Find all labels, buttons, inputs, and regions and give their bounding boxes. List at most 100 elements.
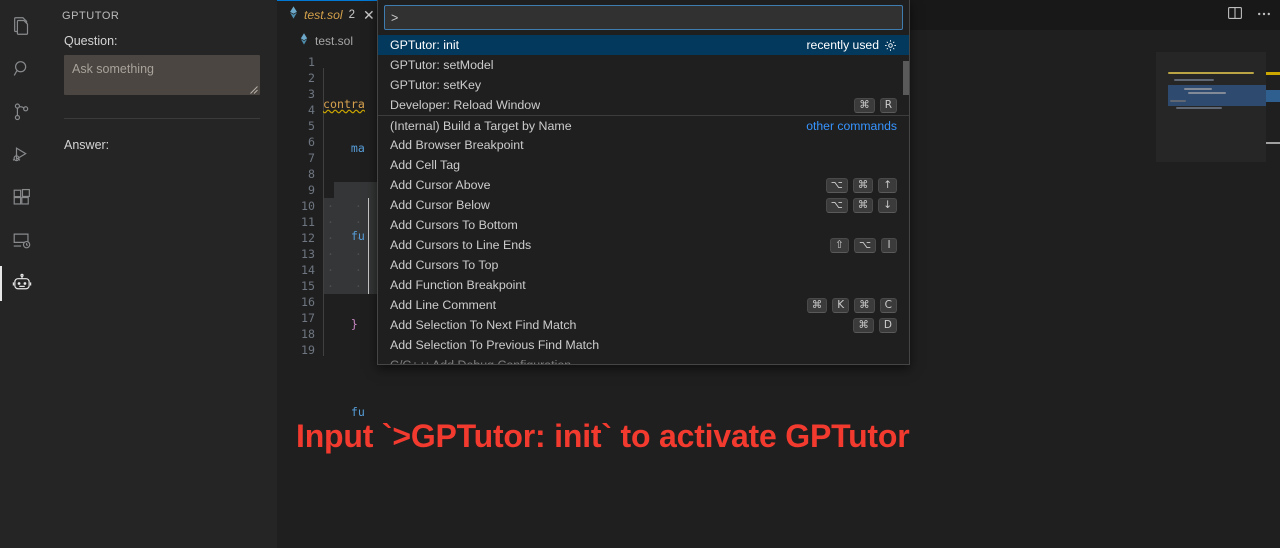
command-label: Add Selection To Next Find Match	[390, 318, 577, 332]
command-label: GPTutor: setKey	[390, 78, 482, 92]
command-row-gptutor-setmodel[interactable]: GPTutor: setModel	[378, 55, 909, 75]
breadcrumb-label: test.sol	[315, 34, 354, 48]
command-note: recently used	[806, 38, 880, 52]
command-row-cpp-add-debug-configuration[interactable]: C/C++: Add Debug Configuration	[378, 355, 909, 364]
command-label: C/C++: Add Debug Configuration	[390, 358, 571, 364]
activity-bar-item-search[interactable]	[0, 47, 43, 90]
activity-bar-item-run-and-debug[interactable]	[0, 133, 43, 176]
source-control-icon	[11, 101, 33, 123]
line-number: 4	[308, 103, 315, 117]
activity-bar-item-gptutor[interactable]	[0, 262, 43, 305]
command-label: Add Cursor Above	[390, 178, 491, 192]
command-row-add-cell-tag[interactable]: Add Cell Tag	[378, 155, 909, 175]
line-number: 1	[308, 55, 315, 69]
question-label: Question:	[64, 34, 118, 48]
command-row-add-function-breakpoint[interactable]: Add Function Breakpoint	[378, 275, 909, 295]
command-label: Add Cursors To Bottom	[390, 218, 518, 232]
command-label: GPTutor: init	[390, 38, 460, 52]
command-row-right: other commands	[806, 119, 897, 133]
command-row-gptutor-setkey[interactable]: GPTutor: setKey	[378, 75, 909, 95]
keybinding: ⌘ D	[853, 317, 897, 333]
line-number: 16	[301, 295, 315, 309]
line-number: 12	[301, 231, 315, 245]
command-row-add-line-comment[interactable]: Add Line Comment ⌘ K ⌘ C	[378, 295, 909, 315]
command-palette-input[interactable]	[384, 5, 903, 30]
activity-bar	[0, 0, 43, 548]
key-cap: ⌘	[806, 297, 828, 313]
command-row-add-selection-to-next-find-match[interactable]: Add Selection To Next Find Match ⌘ D	[378, 315, 909, 335]
command-label: Add Line Comment	[390, 298, 497, 312]
gear-icon[interactable]	[884, 39, 897, 52]
sidebar-body: Question: Answer:	[43, 22, 277, 152]
remote-explorer-icon	[11, 230, 33, 252]
command-palette-input-row	[378, 0, 909, 35]
command-row-gptutor-init[interactable]: GPTutor: init recently used	[378, 35, 909, 55]
command-palette-list[interactable]: GPTutor: init recently used GPTutor: set…	[378, 35, 909, 364]
activity-bar-item-explorer[interactable]	[0, 4, 43, 47]
line-number: 10	[301, 199, 315, 213]
line-number: 17	[301, 311, 315, 325]
line-number: 2	[308, 71, 315, 85]
split-editor-icon[interactable]	[1227, 5, 1243, 26]
solidity-icon	[288, 6, 299, 24]
key-cap: ↑	[878, 177, 897, 193]
tab-label: test.sol	[304, 8, 343, 22]
overview-warning-mark	[1266, 72, 1280, 75]
line-number: 3	[308, 87, 315, 101]
key-cap: ⌥	[825, 177, 848, 193]
line-number: 6	[308, 135, 315, 149]
command-row-internal-build-target[interactable]: (Internal) Build a Target by Name other …	[378, 115, 909, 135]
keybinding: ⌥ ⌘ ↓	[825, 197, 897, 213]
sidebar-gptutor-view: GPTUTOR Question: Answer:	[43, 0, 277, 548]
key-cap: ↓	[878, 197, 897, 213]
command-label: Add Selection To Previous Find Match	[390, 338, 600, 352]
command-row-add-browser-breakpoint[interactable]: Add Browser Breakpoint	[378, 135, 909, 155]
tab-test-sol[interactable]: test.sol 2 ✕	[277, 0, 385, 30]
overview-ruler[interactable]	[1266, 52, 1280, 548]
line-number: 15	[301, 279, 315, 293]
more-actions-icon[interactable]	[1256, 6, 1272, 24]
command-row-add-selection-to-previous-find-match[interactable]: Add Selection To Previous Find Match	[378, 335, 909, 355]
question-input[interactable]	[64, 55, 260, 95]
minimap[interactable]	[1156, 52, 1266, 548]
key-cap: ⇧	[830, 237, 849, 253]
sidebar-divider	[64, 118, 260, 119]
command-row-right: recently used	[807, 38, 898, 52]
activity-bar-item-remote-explorer[interactable]	[0, 219, 43, 262]
close-icon[interactable]: ✕	[363, 8, 375, 22]
line-number: 18	[301, 327, 315, 341]
command-row-add-cursors-to-top[interactable]: Add Cursors To Top	[378, 255, 909, 275]
key-cap: ⌘	[853, 317, 874, 333]
command-label: Add Browser Breakpoint	[390, 138, 524, 152]
key-cap: C	[879, 297, 897, 313]
sidebar-title: GPTUTOR	[62, 10, 120, 22]
key-cap: R	[879, 97, 897, 113]
command-row-add-cursor-above[interactable]: Add Cursor Above ⌥ ⌘ ↑	[378, 175, 909, 195]
activity-bar-item-source-control[interactable]	[0, 90, 43, 133]
command-row-add-cursors-to-bottom[interactable]: Add Cursors To Bottom	[378, 215, 909, 235]
key-cap: K	[832, 297, 850, 313]
line-number: 11	[301, 215, 315, 229]
files-icon	[11, 15, 33, 37]
key-cap: ⌘	[854, 97, 875, 113]
command-row-add-cursor-below[interactable]: Add Cursor Below ⌥ ⌘ ↓	[378, 195, 909, 215]
extensions-icon	[11, 187, 33, 209]
command-row-add-cursors-to-line-ends[interactable]: Add Cursors to Line Ends ⇧ ⌥ I	[378, 235, 909, 255]
activity-bar-item-extensions[interactable]	[0, 176, 43, 219]
keybinding: ⇧ ⌥ I	[830, 237, 897, 253]
command-row-developer-reload-window[interactable]: Developer: Reload Window ⌘ R	[378, 95, 909, 115]
line-number: 9	[308, 183, 315, 197]
minimap-slider[interactable]	[1156, 52, 1266, 162]
line-number: 14	[301, 263, 315, 277]
robot-icon	[11, 273, 33, 295]
run-debug-icon	[11, 144, 33, 166]
editor-actions	[1227, 0, 1272, 30]
key-cap: ⌘	[852, 197, 874, 213]
command-label: Add Cursors to Line Ends	[390, 238, 532, 252]
command-label: Add Cursors To Top	[390, 258, 499, 272]
keybinding: ⌘ K ⌘ C	[806, 297, 897, 313]
command-label: Add Function Breakpoint	[390, 278, 526, 292]
command-palette-scrollbar[interactable]	[903, 61, 909, 95]
command-palette: GPTutor: init recently used GPTutor: set…	[377, 0, 910, 365]
